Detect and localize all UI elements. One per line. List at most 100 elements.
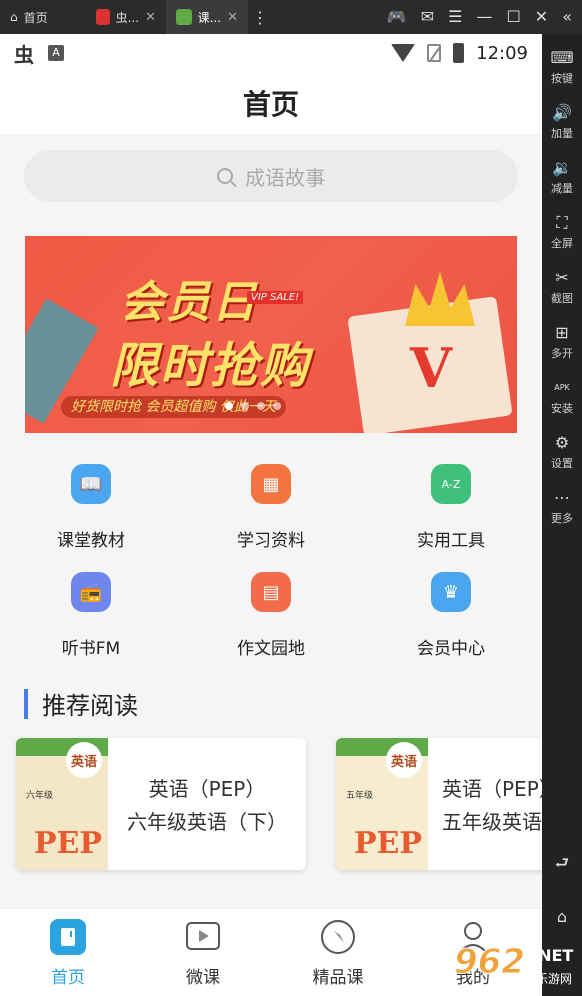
side-label: 按键 — [551, 72, 573, 85]
vip-sale-tag: VIP SALE! — [247, 291, 304, 304]
more-icon: ⋯ — [554, 488, 570, 507]
grid-item-label: 学习资料 — [237, 531, 305, 551]
home-icon: ⌂ — [10, 10, 18, 24]
back-icon[interactable]: ⮐ — [555, 852, 569, 879]
side-label: 全屏 — [551, 237, 573, 250]
grid-item-materials[interactable]: ▦ 学习资料 — [191, 464, 351, 551]
grid-item-textbooks[interactable]: 📖 课堂教材 — [11, 464, 171, 551]
cover-title: 英语 — [66, 742, 102, 778]
book-open-icon: 📖 — [71, 464, 111, 504]
tab-label: 虫... — [115, 10, 140, 25]
gamepad-icon[interactable]: 🎮 — [387, 9, 407, 25]
maximize-icon[interactable]: ☐ — [506, 9, 520, 25]
collapse-panel-icon[interactable]: « — [562, 9, 572, 25]
side-volume-up-button[interactable]: 🔊 加量 — [542, 101, 582, 156]
banner-title-line2: 限时抢购 — [110, 338, 311, 394]
close-icon[interactable]: ✕ — [145, 10, 156, 25]
app-header: 首页 — [0, 72, 542, 134]
grid-item-essay[interactable]: ▤ 作文园地 — [191, 572, 351, 659]
phone-screen: 虫 A 12:09 首页 成语故事 V 会员日 VIP SALE! 限时抢购 好… — [0, 34, 542, 996]
side-fullscreen-button[interactable]: ⛶ 全屏 — [542, 211, 582, 266]
side-more-button[interactable]: ⋯ 更多 — [542, 486, 582, 541]
pagination-dot[interactable] — [225, 402, 233, 410]
no-sim-icon — [427, 44, 442, 62]
side-multi-open-button[interactable]: ⊞ 多开 — [542, 321, 582, 376]
grid-item-tools[interactable]: A-Z 实用工具 — [371, 464, 531, 551]
kebab-menu-icon[interactable]: ⋮ — [248, 8, 272, 27]
book-card[interactable]: 英语 五年级 PEP 英语（PEP） 五年级英语（下） — [336, 738, 542, 870]
emulator-tab-bar: ⌂ 首页 虫... ✕ 课... ✕ ⋮ 🎮 ✉ ☰ — ☐ ✕ « — [0, 0, 582, 34]
grid-item-label: 会员中心 — [417, 639, 485, 659]
grid-item-label: 听书FM — [61, 639, 121, 659]
multi-open-icon: ⊞ — [555, 323, 569, 342]
banner-title-line1: 会员日 — [120, 277, 258, 328]
side-label: 安装 — [551, 402, 573, 415]
home-icon — [50, 919, 86, 955]
watermark-cn: 乐游网 — [536, 972, 573, 986]
search-placeholder: 成语故事 — [245, 165, 325, 190]
battery-icon — [453, 43, 465, 63]
search-icon — [217, 168, 233, 184]
side-install-button[interactable]: APK 安装 — [542, 376, 582, 431]
tab-home[interactable]: ⌂ 首页 — [0, 0, 86, 34]
side-label: 更多 — [551, 512, 573, 525]
side-label: 多开 — [551, 347, 573, 360]
promo-banner[interactable]: V 会员日 VIP SALE! 限时抢购 好货限时抢 会员超值购 仅此一天 — [25, 236, 517, 433]
apk-install-icon: APK — [554, 383, 570, 392]
close-window-icon[interactable]: ✕ — [535, 9, 548, 25]
pagination-dot[interactable] — [273, 402, 281, 410]
tab-app-2[interactable]: 课... ✕ — [166, 0, 248, 34]
crown-icon: ♛ — [431, 572, 471, 612]
video-play-icon — [185, 919, 221, 955]
tab-app-1[interactable]: 虫... ✕ — [86, 0, 166, 34]
book-card[interactable]: 英语 六年级 PEP 英语（PEP） 六年级英语（下） — [16, 738, 306, 870]
cover-pep: PEP — [354, 826, 422, 861]
tab-label: 首页 — [23, 10, 48, 25]
side-screenshot-button[interactable]: ✂ 截图 — [542, 266, 582, 321]
az-tool-icon: A-Z — [431, 464, 471, 504]
radio-icon: 📻 — [71, 572, 111, 612]
grid-item-label: 作文园地 — [237, 639, 305, 659]
grid-item-label: 课堂教材 — [57, 531, 125, 551]
emulator-side-panel: ⌨ 按键 🔊 加量 🔉 减量 ⛶ 全屏 ✂ 截图 ⊞ 多开 APK 安装 ⚙ 设置 ⋯ 更多 ⮐ … — [542, 34, 582, 996]
cover-grade: 六年级 — [26, 791, 54, 801]
mail-icon[interactable]: ✉ — [421, 9, 434, 25]
compass-icon — [320, 919, 356, 955]
search-input[interactable]: 成语故事 — [24, 150, 518, 202]
tab-label: 课... — [197, 10, 222, 25]
side-volume-down-button[interactable]: 🔉 减量 — [542, 156, 582, 211]
grid-item-membership[interactable]: ♛ 会员中心 — [371, 572, 531, 659]
side-settings-button[interactable]: ⚙ 设置 — [542, 431, 582, 486]
volume-down-icon: 🔉 — [552, 158, 572, 177]
watermark-brand: 962 — [454, 942, 526, 983]
pagination-dot[interactable] — [241, 402, 249, 410]
vip-logo: V — [410, 336, 452, 400]
page-title: 首页 — [242, 88, 299, 121]
app-notification-icon: 虫 — [14, 42, 34, 67]
app-logo-icon — [176, 9, 192, 25]
grid-item-fm[interactable]: 📻 听书FM — [11, 572, 171, 659]
minimize-icon[interactable]: — — [476, 9, 492, 25]
book-subtitle: 六年级英语（下） — [127, 810, 287, 834]
tab-label: 首页 — [51, 968, 85, 988]
android-home-icon[interactable]: ⌂ — [557, 907, 567, 926]
section-recommend: 推荐阅读 — [24, 686, 138, 721]
side-keyboard-button[interactable]: ⌨ 按键 — [542, 46, 582, 101]
book-cover: 英语 六年级 PEP — [16, 738, 108, 870]
site-watermark: 962 .NET 乐游网 — [444, 940, 582, 996]
gear-icon: ⚙ — [554, 433, 570, 452]
tab-premium-course[interactable]: 精品课 — [293, 919, 383, 988]
cover-pep: PEP — [34, 826, 102, 861]
pagination-dot[interactable] — [257, 402, 265, 410]
close-icon[interactable]: ✕ — [227, 10, 238, 25]
crown-graphic — [405, 272, 475, 326]
app-logo-icon — [96, 9, 110, 25]
cover-title: 英语 — [386, 742, 422, 778]
tab-home[interactable]: 首页 — [23, 919, 113, 988]
side-label: 设置 — [551, 457, 573, 470]
section-title: 推荐阅读 — [42, 692, 138, 720]
menu-icon[interactable]: ☰ — [448, 9, 462, 25]
banner-pagination — [225, 402, 281, 410]
book-cover: 英语 五年级 PEP — [336, 738, 428, 870]
tab-micro-course[interactable]: 微课 — [158, 919, 248, 988]
